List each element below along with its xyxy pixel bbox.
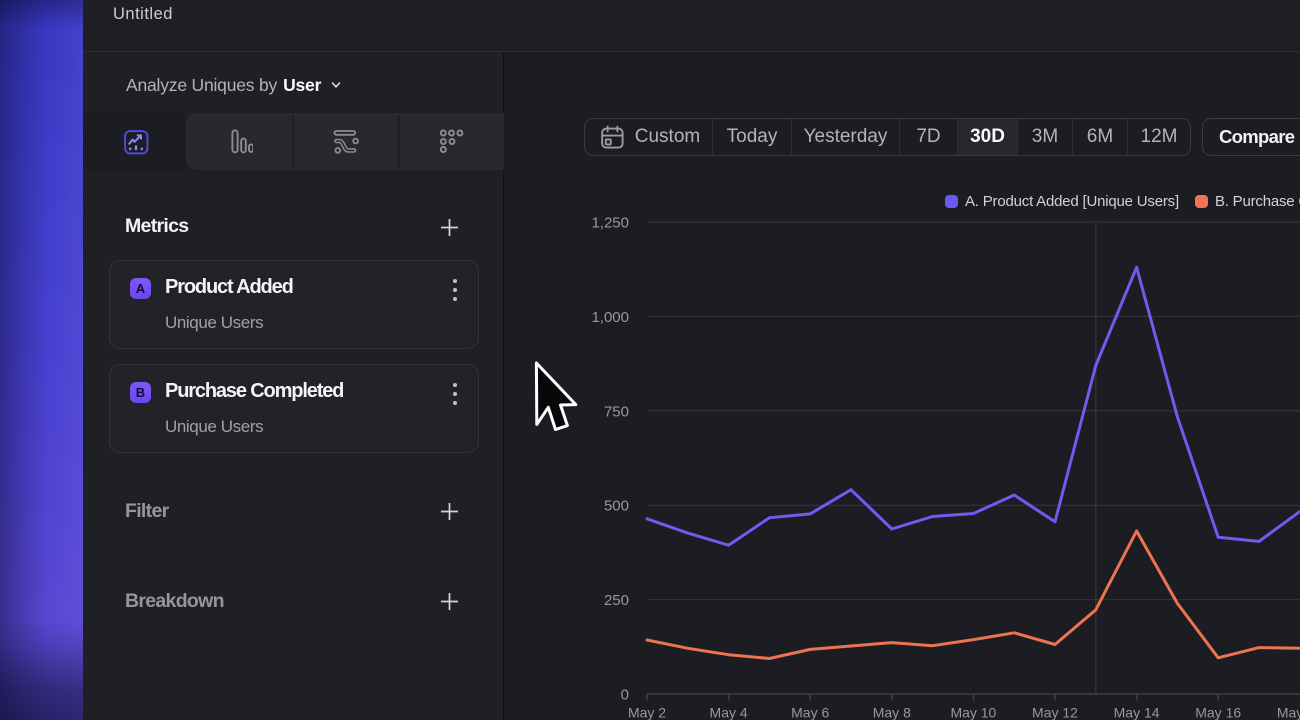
svg-text:May 16: May 16 (1195, 705, 1241, 720)
svg-text:May 6: May 6 (791, 705, 829, 720)
svg-text:May 18: May 18 (1277, 705, 1300, 720)
svg-text:May 14: May 14 (1114, 705, 1160, 720)
svg-text:1,250: 1,250 (591, 215, 629, 232)
svg-text:May 2: May 2 (628, 705, 666, 720)
svg-text:May 10: May 10 (950, 705, 996, 720)
svg-text:May 4: May 4 (710, 705, 748, 720)
svg-text:1,000: 1,000 (591, 309, 629, 326)
svg-text:0: 0 (621, 687, 629, 704)
svg-text:May 12: May 12 (1032, 705, 1078, 720)
svg-text:750: 750 (604, 403, 629, 420)
svg-text:500: 500 (604, 498, 629, 515)
svg-text:250: 250 (604, 592, 629, 609)
svg-text:May 8: May 8 (873, 705, 911, 720)
